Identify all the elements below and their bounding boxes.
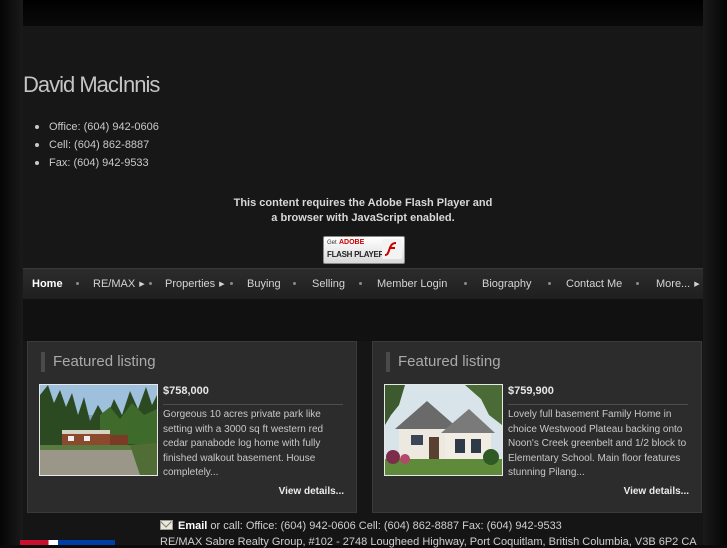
flash-badge-get: Get [327, 240, 337, 246]
site-title[interactable]: David MacInnis [23, 72, 160, 98]
envelope-icon [160, 520, 173, 530]
nav-contact-me[interactable]: Contact Me [566, 269, 622, 299]
nav-home-label: Home [32, 278, 63, 290]
listing-photo-image [385, 385, 502, 475]
main-navigation: Home RE/MAX ▶ Properties ▶ Buying Selling … [23, 268, 703, 300]
footer-contact-row: Email or call: Office: (604) 942-0606 Ce… [160, 520, 562, 532]
nav-biography-label: Biography [482, 278, 532, 290]
submenu-arrow-icon: ▶ [139, 281, 145, 288]
flash-badge-adobe: ADOBE [339, 239, 365, 246]
nav-member-login-label: Member Login [377, 278, 448, 290]
contact-list: Office: (604) 942-0606 Cell: (604) 862-8… [35, 118, 159, 172]
nav-separator [548, 282, 551, 285]
nav-remax[interactable]: RE/MAX ▶ [93, 269, 145, 299]
nav-biography[interactable]: Biography [482, 269, 532, 299]
nav-separator [359, 282, 362, 285]
flash-logo-icon [382, 239, 402, 259]
contact-cell: Cell: (604) 862-8887 [35, 136, 159, 154]
nav-separator [464, 282, 467, 285]
flash-badge-player: FLASH PLAYER [327, 250, 385, 259]
footer-contact-text: or call: Office: (604) 942-0606 Cell: (6… [207, 520, 562, 532]
nav-separator [636, 282, 639, 285]
remax-logo [20, 540, 115, 545]
card-heading: Featured listing [398, 353, 501, 370]
card-heading-accent [41, 352, 45, 372]
nav-home[interactable]: Home [32, 269, 63, 299]
listing-photo-log-home[interactable] [39, 384, 158, 476]
submenu-arrow-icon: ▶ [219, 281, 225, 288]
nav-selling[interactable]: Selling [312, 269, 345, 299]
nav-member-login[interactable]: Member Login [377, 269, 447, 299]
content-band [23, 299, 703, 341]
header: David MacInnis Office: (604) 942-0606 Ce… [23, 26, 703, 268]
nav-remax-label: RE/MAX [93, 278, 136, 290]
view-details-link[interactable]: View details... [279, 486, 344, 497]
nav-buying[interactable]: Buying [247, 269, 281, 299]
nav-more[interactable]: More... ▶ [656, 269, 700, 299]
nav-properties-label: Properties [165, 278, 216, 290]
listing-photo-family-home[interactable] [384, 384, 503, 476]
flash-required-message: This content requires the Adobe Flash Pl… [203, 196, 523, 226]
listing-price: $758,000 [163, 385, 209, 397]
nav-buying-label: Buying [247, 278, 281, 290]
card-divider [508, 404, 688, 405]
get-flash-player-button[interactable]: Get ADOBE FLASH PLAYER [323, 236, 405, 264]
nav-selling-label: Selling [312, 278, 346, 290]
nav-separator [149, 282, 152, 285]
listing-description: Gorgeous 10 acres private park like sett… [163, 409, 324, 479]
flash-message-line-1: This content requires the Adobe Flash Pl… [233, 197, 493, 209]
page-container: David MacInnis Office: (604) 942-0606 Ce… [23, 26, 703, 545]
nav-separator [76, 282, 79, 285]
left-shadow [0, 0, 23, 545]
listing-photo-image [40, 385, 157, 475]
featured-listing-card: Featured listing $759,900 Lovely full ba… [372, 341, 702, 513]
listing-description: Lovely full basement Family Home in choi… [508, 409, 687, 479]
card-heading-accent [386, 352, 390, 372]
nav-contact-me-label: Contact Me [566, 278, 623, 290]
listing-price: $759,900 [508, 385, 554, 397]
nav-separator [230, 282, 233, 285]
featured-listing-card: Featured listing $758,000 Gorgeous 10 ac… [27, 341, 357, 513]
nav-properties[interactable]: Properties ▶ [165, 269, 225, 299]
right-shadow [703, 0, 727, 545]
card-divider [163, 404, 343, 405]
contact-office: Office: (604) 942-0606 [35, 118, 159, 136]
contact-fax: Fax: (604) 942-9533 [35, 154, 159, 172]
footer-email-link[interactable]: Email [178, 520, 207, 532]
view-details-link[interactable]: View details... [624, 486, 689, 497]
card-heading: Featured listing [53, 353, 156, 370]
nav-more-label: More... [656, 278, 691, 290]
footer-address: RE/MAX Sabre Realty Group, #102 - 2748 L… [160, 536, 697, 548]
flash-message-line-2: a browser with JavaScript enabled. [271, 212, 455, 224]
submenu-arrow-icon: ▶ [694, 281, 700, 288]
nav-separator [293, 282, 296, 285]
